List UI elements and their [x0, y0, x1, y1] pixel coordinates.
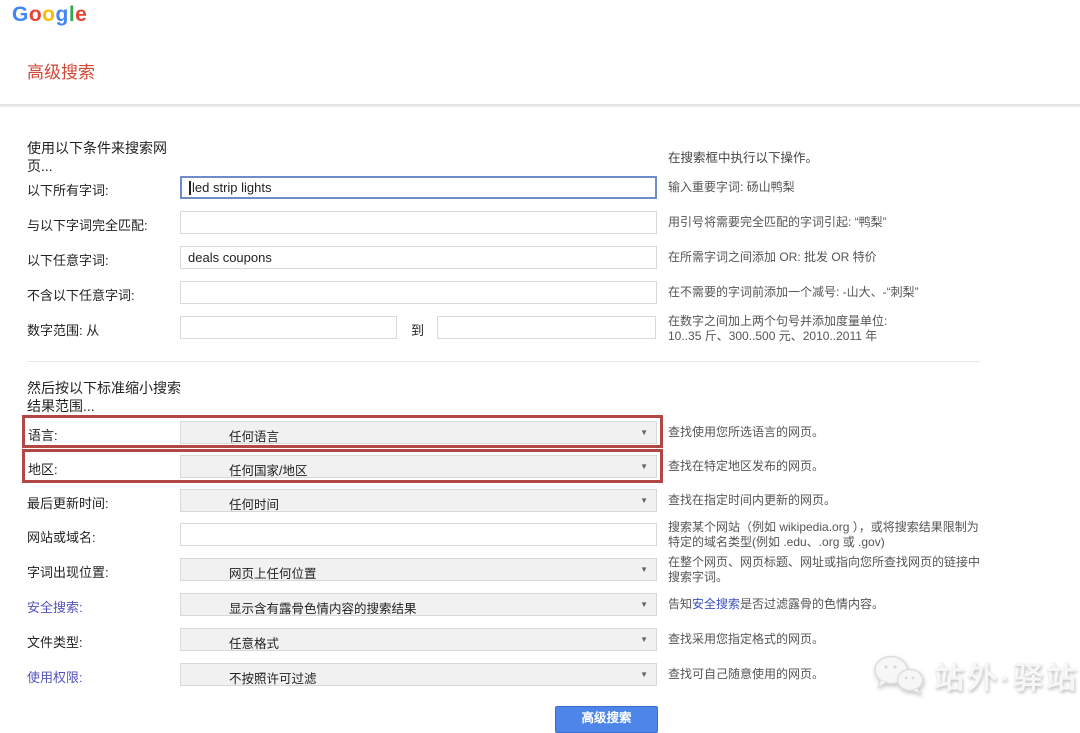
region-dropdown-value: 任何国家/地区: [229, 460, 307, 479]
form-row: 不含以下任意字词: 在不需要的字词前添加一个减号: -山大、-“刺梨”: [0, 281, 1080, 309]
safesearch-dropdown[interactable]: 显示含有露骨色情内容的搜索结果 ▼: [180, 593, 657, 616]
safesearch-help: 告知安全搜索是否过滤露骨的色情内容。: [668, 597, 998, 612]
chevron-down-icon: ▼: [640, 670, 648, 679]
filetype-help: 查找采用您指定格式的网页。: [668, 632, 998, 647]
form-row: 文件类型: 任意格式 ▼ 查找采用您指定格式的网页。: [0, 628, 1080, 656]
last-update-dropdown-value: 任何时间: [229, 494, 279, 513]
form-row: 网站或域名: 搜索某个网站（例如 wikipedia.org ），或将搜索结果限…: [0, 523, 1080, 551]
chevron-down-icon: ▼: [640, 565, 648, 574]
site-domain-help: 搜索某个网站（例如 wikipedia.org ），或将搜索结果限制为特定的域名…: [668, 520, 990, 550]
site-domain-input[interactable]: [180, 523, 657, 546]
number-range-help-line2: 10..35 斤、300..500 元、2010..2011 年: [668, 329, 877, 343]
google-logo[interactable]: Google: [12, 3, 87, 27]
exact-phrase-help: 用引号将需要完全匹配的字词引起: “鸭梨”: [668, 215, 998, 230]
narrow-section-heading: 然后按以下标准缩小搜索结果范围...: [27, 379, 189, 415]
safesearch-label: 安全搜索:: [27, 597, 83, 616]
logo-letter: e: [75, 3, 87, 26]
none-words-input[interactable]: [180, 281, 657, 304]
logo-letter: G: [12, 3, 29, 26]
terms-appearing-label: 字词出现位置:: [27, 562, 109, 581]
filetype-dropdown[interactable]: 任意格式 ▼: [180, 628, 657, 651]
form-row: 最后更新时间: 任何时间 ▼ 查找在指定时间内更新的网页。: [0, 489, 1080, 517]
section-divider: [27, 361, 980, 362]
form-row: 与以下字词完全匹配: 用引号将需要完全匹配的字词引起: “鸭梨”: [0, 211, 1080, 239]
logo-letter: o: [42, 3, 55, 26]
chevron-down-icon: ▼: [640, 635, 648, 644]
chevron-down-icon: ▼: [640, 600, 648, 609]
terms-appearing-dropdown[interactable]: 网页上任何位置 ▼: [180, 558, 657, 581]
form-row: 安全搜索: 显示含有露骨色情内容的搜索结果 ▼ 告知安全搜索是否过滤露骨的色情内…: [0, 593, 1080, 621]
form-row: 以下所有字词: led strip lights 输入重要字词: 砀山鸭梨: [0, 176, 1080, 204]
logo-letter: g: [56, 3, 69, 26]
safesearch-help-prefix: 告知: [668, 597, 692, 611]
any-words-label: 以下任意字词:: [27, 250, 109, 269]
chevron-down-icon: ▼: [640, 428, 648, 437]
form-row: 语言: 任何语言 ▼ 查找使用您所选语言的网页。: [0, 421, 1080, 449]
none-words-help: 在不需要的字词前添加一个减号: -山大、-“刺梨”: [668, 285, 998, 300]
usage-rights-label: 使用权限:: [27, 667, 83, 686]
exact-phrase-input[interactable]: [180, 211, 657, 234]
all-words-label: 以下所有字词:: [27, 180, 109, 199]
number-range-help-line1: 在数字之间加上两个句号并添加度量单位:: [668, 314, 887, 328]
filetype-dropdown-value: 任意格式: [229, 633, 279, 652]
language-dropdown[interactable]: 任何语言 ▼: [180, 421, 657, 444]
all-words-help: 输入重要字词: 砀山鸭梨: [668, 180, 998, 195]
region-dropdown[interactable]: 任何国家/地区 ▼: [180, 455, 657, 478]
terms-appearing-help: 在整个网页、网页标题、网址或指向您所查找网页的链接中搜索字词。: [668, 555, 990, 585]
region-label: 地区:: [28, 459, 58, 478]
number-range-label: 数字范围: 从: [27, 320, 99, 339]
language-help: 查找使用您所选语言的网页。: [668, 425, 998, 440]
form-row: 数字范围: 从 到 在数字之间加上两个句号并添加度量单位: 10..35 斤、3…: [0, 316, 1080, 344]
safesearch-dropdown-value: 显示含有露骨色情内容的搜索结果: [229, 598, 417, 617]
language-label: 语言:: [28, 425, 58, 444]
chevron-down-icon: ▼: [640, 496, 648, 505]
form-row: 地区: 任何国家/地区 ▼ 查找在特定地区发布的网页。: [0, 455, 1080, 483]
filetype-label: 文件类型:: [27, 632, 83, 651]
usage-rights-dropdown[interactable]: 不按照许可过滤 ▼: [180, 663, 657, 686]
chevron-down-icon: ▼: [640, 462, 648, 471]
none-words-label: 不含以下任意字词:: [27, 285, 135, 304]
any-words-help: 在所需字词之间添加 OR: 批发 OR 特价: [668, 250, 998, 265]
exact-phrase-label: 与以下字词完全匹配:: [27, 215, 148, 234]
region-help: 查找在特定地区发布的网页。: [668, 459, 998, 474]
all-words-input-value: led strip lights: [192, 180, 271, 195]
advanced-search-button[interactable]: 高级搜索: [555, 706, 658, 733]
last-update-label: 最后更新时间:: [27, 493, 109, 512]
any-words-input[interactable]: [180, 246, 657, 269]
number-range-to-label: 到: [411, 320, 424, 339]
number-range-help: 在数字之间加上两个句号并添加度量单位: 10..35 斤、300..500 元、…: [668, 314, 998, 344]
form-row: 字词出现位置: 网页上任何位置 ▼ 在整个网页、网页标题、网址或指向您所查找网页…: [0, 558, 1080, 586]
logo-letter: o: [29, 3, 42, 26]
all-words-input[interactable]: led strip lights: [180, 176, 657, 199]
form-row: 以下任意字词: 在所需字词之间添加 OR: 批发 OR 特价: [0, 246, 1080, 274]
header-divider: [0, 104, 1080, 107]
page-title: 高级搜索: [27, 58, 95, 83]
searchbox-actions-heading: 在搜索框中执行以下操作。: [668, 147, 818, 166]
watermark: 站外·驿站: [872, 653, 1079, 697]
terms-appearing-dropdown-value: 网页上任何位置: [229, 563, 317, 582]
language-dropdown-value: 任何语言: [229, 426, 279, 445]
wechat-icon: [872, 654, 926, 696]
site-domain-label: 网站或域名:: [27, 527, 96, 546]
number-range-from-input[interactable]: [180, 316, 397, 339]
number-range-to-input[interactable]: [437, 316, 656, 339]
text-caret: [189, 181, 191, 195]
watermark-text: 站外·驿站: [934, 653, 1079, 697]
safesearch-help-link[interactable]: 安全搜索: [692, 597, 740, 611]
safesearch-help-suffix: 是否过滤露骨的色情内容。: [740, 597, 884, 611]
last-update-dropdown[interactable]: 任何时间 ▼: [180, 489, 657, 512]
find-section-heading: 使用以下条件来搜索网页...: [27, 139, 177, 175]
last-update-help: 查找在指定时间内更新的网页。: [668, 493, 998, 508]
usage-rights-dropdown-value: 不按照许可过滤: [229, 668, 317, 687]
